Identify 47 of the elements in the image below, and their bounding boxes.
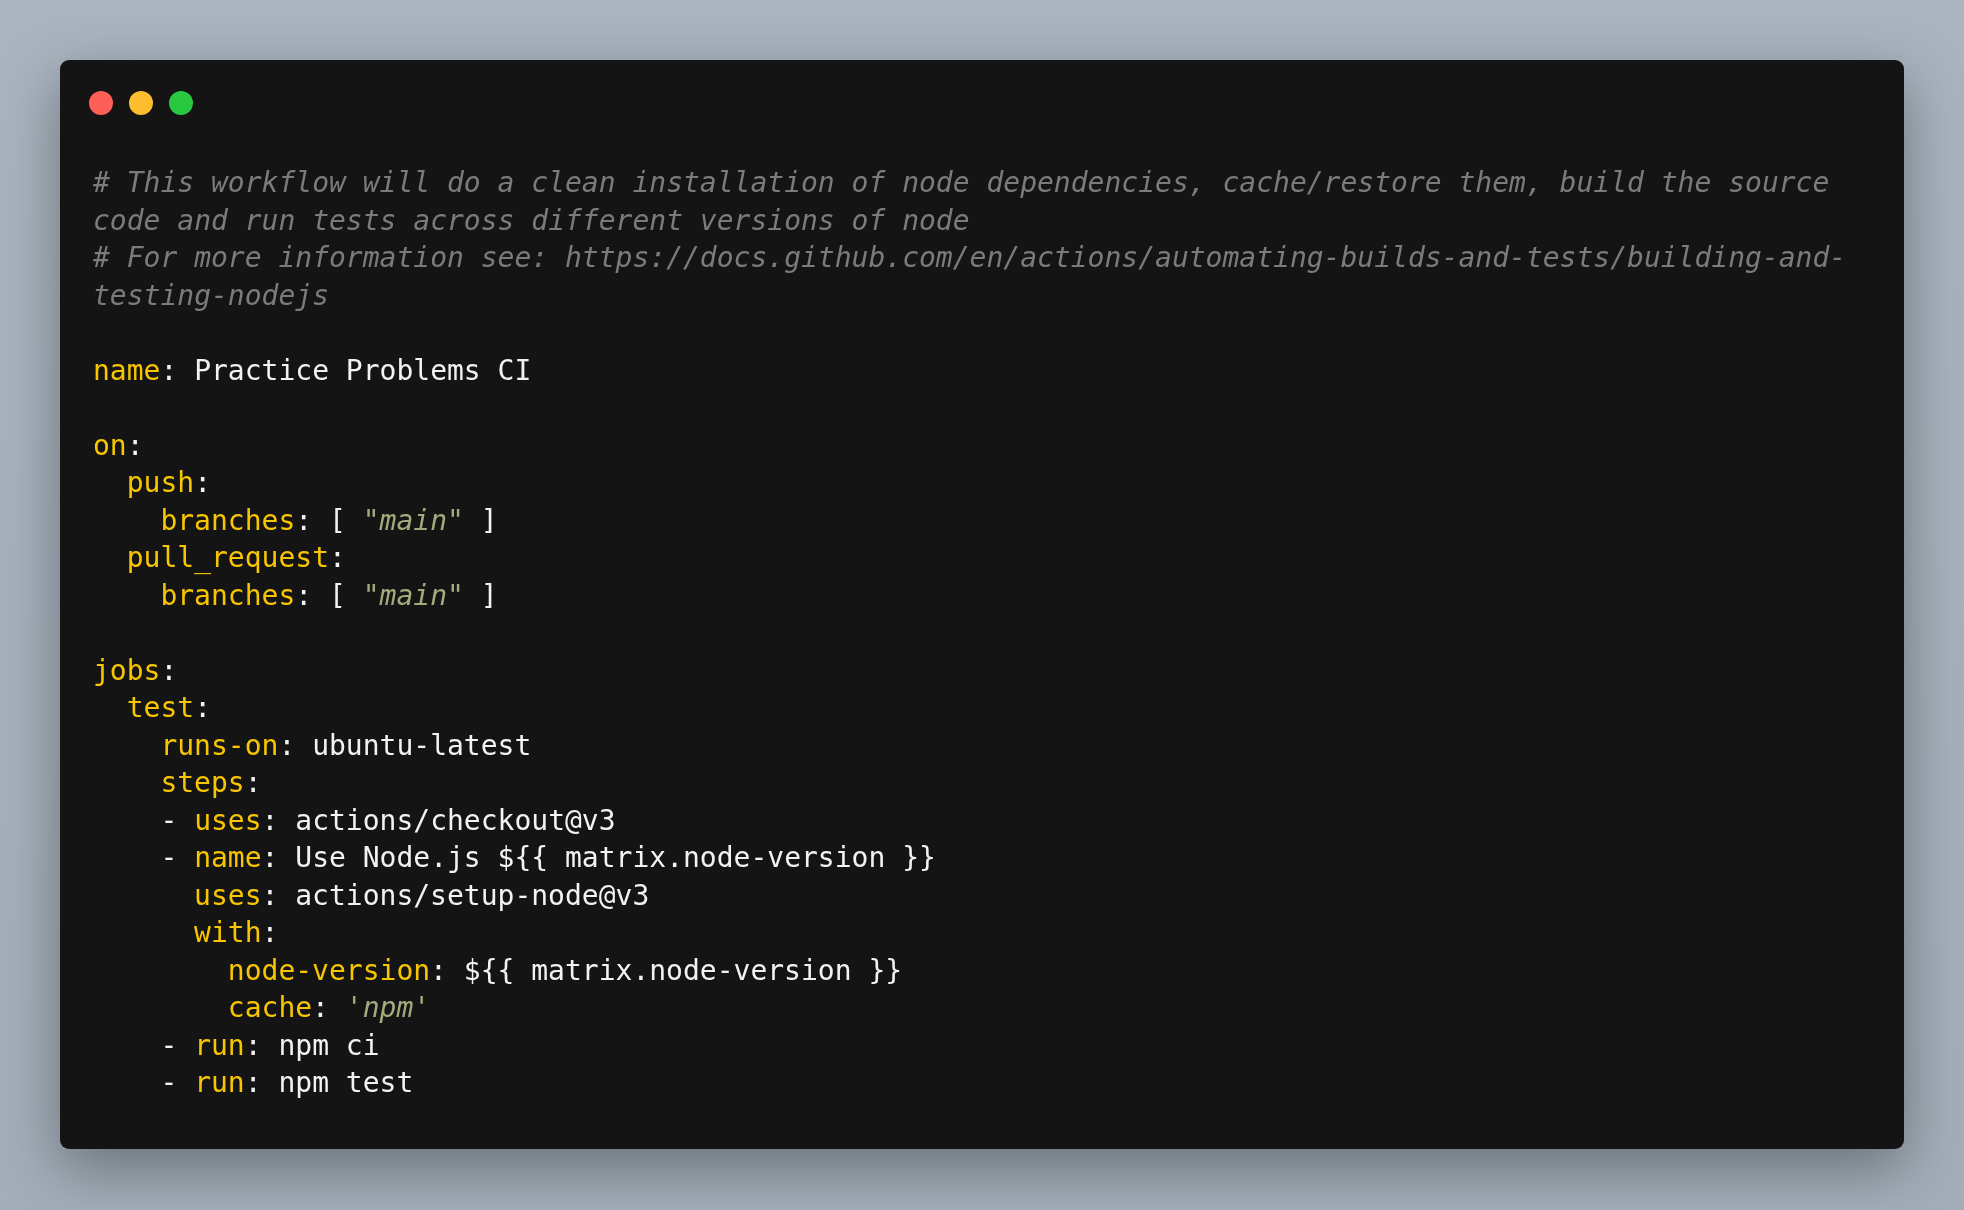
string-literal: 'npm' [345, 991, 431, 1024]
code-text: : [312, 991, 330, 1024]
code-text: - [160, 803, 179, 837]
code-text: : [194, 691, 211, 724]
code-text: : npm test [244, 1066, 414, 1099]
yaml-key: runs-on [160, 728, 279, 762]
code-text: - [160, 1028, 179, 1062]
yaml-key: with [194, 916, 262, 949]
yaml-key: branches [160, 578, 296, 612]
yaml-key: push [126, 466, 195, 499]
yaml-key: name [194, 841, 262, 874]
yaml-key: steps [160, 766, 245, 799]
code-text: : ${{ matrix.node-version }} [430, 953, 903, 987]
code-text: : [329, 541, 346, 574]
code-text: - [160, 1066, 179, 1099]
code-text: : Practice Problems CI [160, 353, 532, 387]
yaml-key: uses [194, 803, 262, 837]
yaml-key: on [93, 428, 127, 462]
yaml-key: name [93, 353, 161, 387]
yaml-key: run [194, 1028, 245, 1062]
yaml-key: test [126, 691, 195, 724]
yaml-key: run [194, 1066, 245, 1099]
yaml-key: node-version [227, 953, 431, 987]
code-text: : [126, 428, 144, 462]
code-text: : ubuntu-latest [278, 728, 532, 762]
code-text: : npm ci [244, 1028, 380, 1062]
code-text: : [261, 916, 279, 949]
code-text: : Use Node.js ${{ matrix.node-version }} [261, 841, 936, 874]
yaml-key: cache [227, 991, 313, 1024]
code-text: ] [479, 578, 498, 612]
code-comment: # This workflow will do a clean installation of node dependencies, cache/restore them, build the source code and run tests across different versions of node [93, 165, 1831, 239]
yaml-key: uses [194, 878, 262, 912]
yaml-key: pull_request [126, 541, 329, 574]
code-text: : actions/setup-node@v3 [261, 878, 650, 912]
code-text: : actions/checkout@v3 [261, 803, 616, 837]
code-text: - [160, 841, 179, 874]
string-literal: "main" [362, 578, 464, 612]
string-literal: "main" [362, 503, 464, 537]
code-text: : [244, 766, 262, 799]
yaml-key: branches [160, 503, 296, 537]
yaml-key: jobs [93, 653, 161, 687]
code-comment: # For more information see: https://docs.github.com/en/actions/automating-builds-and-tests/building-and-testing-nodejs [93, 240, 1847, 314]
code-text: : [160, 653, 178, 687]
code-text: : [194, 466, 211, 499]
code-text: : [ [295, 578, 347, 612]
code-text: : [ [295, 503, 347, 537]
code-text: ] [479, 503, 498, 537]
